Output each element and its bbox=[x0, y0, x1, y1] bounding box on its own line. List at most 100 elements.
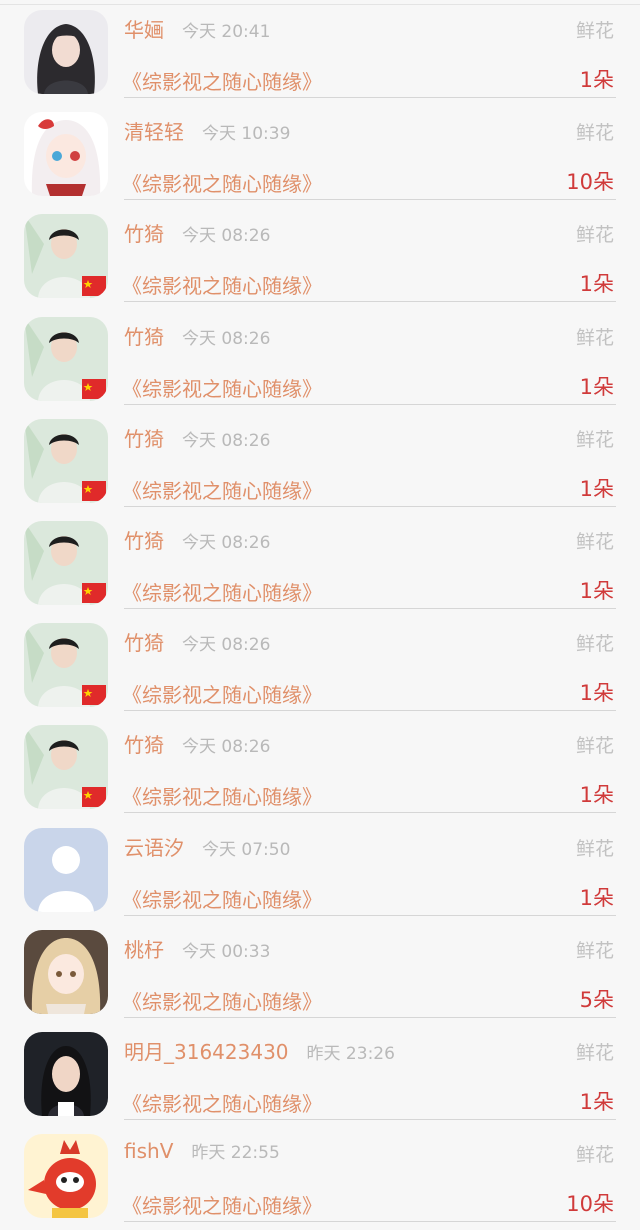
gift-record-list: 华婳 今天 20:41 鲜花 《综影视之随心随缘》 1朵 清轻轻 今天 10:3… bbox=[0, 0, 640, 1230]
timestamp: 今天 08:26 bbox=[182, 635, 271, 656]
row-divider bbox=[124, 710, 616, 712]
row-divider bbox=[124, 403, 616, 405]
user-avatar[interactable] bbox=[24, 623, 108, 708]
name-line: 云语汐 今天 07:50 bbox=[124, 832, 290, 862]
gift-count: 10朵 bbox=[566, 1192, 614, 1217]
row-divider bbox=[124, 97, 616, 98]
book-title[interactable]: 《综影视之随心随缘》 bbox=[122, 679, 322, 708]
gift-count: 1朵 bbox=[579, 68, 614, 92]
username[interactable]: 明月_316423430 bbox=[124, 1036, 289, 1065]
gift-record-row[interactable]: 竹猗 今天 08:26 鲜花 《综影视之随心随缘》 1朵 bbox=[0, 204, 640, 306]
gift-type-label: 鲜花 bbox=[575, 531, 614, 553]
name-line: 华婳 今天 20:41 bbox=[124, 14, 270, 44]
gift-count: 10朵 bbox=[566, 170, 614, 195]
name-line: 竹猗 今天 08:26 bbox=[124, 423, 270, 453]
name-line: 竹猗 今天 08:26 bbox=[124, 627, 270, 657]
user-avatar[interactable] bbox=[24, 214, 108, 299]
gift-count: 1朵 bbox=[579, 579, 614, 603]
book-title[interactable]: 《综影视之随心随缘》 bbox=[122, 1190, 322, 1219]
gift-count: 1朵 bbox=[579, 783, 614, 808]
gift-record-row[interactable]: 竹猗 今天 08:26 鲜花 《综影视之随心随缘》 1朵 bbox=[0, 307, 640, 409]
gift-count: 1朵 bbox=[579, 885, 614, 910]
username[interactable]: 竹猗 bbox=[124, 321, 164, 350]
user-avatar[interactable] bbox=[24, 1032, 108, 1116]
gift-record-row[interactable]: 桃杍 今天 00:33 鲜花 《综影视之随心随缘》 5朵 bbox=[0, 920, 640, 1022]
user-avatar[interactable] bbox=[24, 827, 108, 912]
gift-type-label: 鲜花 bbox=[575, 224, 614, 247]
name-line: 清轻轻 今天 10:39 bbox=[124, 116, 290, 146]
user-avatar[interactable] bbox=[24, 112, 108, 197]
book-title[interactable]: 《综影视之随心随缘》 bbox=[122, 1088, 322, 1117]
book-title[interactable]: 《综影视之随心随缘》 bbox=[122, 66, 322, 95]
book-title[interactable]: 《综影视之随心随缘》 bbox=[122, 781, 322, 810]
timestamp: 今天 10:39 bbox=[202, 124, 291, 145]
name-line: 竹猗 今天 08:26 bbox=[124, 525, 270, 555]
gift-type-label: 鲜花 bbox=[575, 1144, 614, 1167]
timestamp: 今天 08:26 bbox=[182, 328, 271, 349]
gift-type-label: 鲜花 bbox=[575, 20, 614, 42]
gift-type-label: 鲜花 bbox=[575, 1042, 614, 1064]
user-avatar[interactable] bbox=[24, 725, 108, 810]
timestamp: 今天 08:26 bbox=[182, 533, 271, 553]
username[interactable]: 竹猗 bbox=[124, 627, 164, 656]
book-title[interactable]: 《综影视之随心随缘》 bbox=[122, 270, 322, 299]
username[interactable]: 华婳 bbox=[124, 14, 164, 43]
row-divider bbox=[124, 1016, 616, 1018]
gift-record-row[interactable]: 云语汐 今天 07:50 鲜花 《综影视之随心随缘》 1朵 bbox=[0, 818, 640, 920]
user-avatar[interactable] bbox=[24, 10, 108, 94]
username[interactable]: 清轻轻 bbox=[124, 116, 184, 145]
gift-record-row[interactable]: 竹猗 今天 08:26 鲜花 《综影视之随心随缘》 1朵 bbox=[0, 715, 640, 817]
user-avatar[interactable] bbox=[24, 521, 108, 605]
book-title[interactable]: 《综影视之随心随缘》 bbox=[122, 168, 322, 197]
timestamp: 昨天 22:55 bbox=[191, 1143, 280, 1164]
row-divider bbox=[124, 301, 616, 303]
row-divider bbox=[124, 914, 616, 916]
gift-type-label: 鲜花 bbox=[575, 837, 614, 860]
username[interactable]: 竹猗 bbox=[124, 525, 164, 554]
timestamp: 今天 08:26 bbox=[182, 430, 271, 451]
user-avatar[interactable] bbox=[24, 418, 108, 503]
gift-record-row[interactable]: 竹猗 今天 08:26 鲜花 《综影视之随心随缘》 1朵 bbox=[0, 511, 640, 613]
username[interactable]: 竹猗 bbox=[124, 729, 164, 758]
gift-record-row[interactable]: fishV 昨天 22:55 鲜花 《综影视之随心随缘》 10朵 bbox=[0, 1124, 640, 1226]
gift-record-row[interactable]: 竹猗 今天 08:26 鲜花 《综影视之随心随缘》 1朵 bbox=[0, 409, 640, 511]
gift-record-row[interactable]: 竹猗 今天 08:26 鲜花 《综影视之随心随缘》 1朵 bbox=[0, 613, 640, 715]
row-divider bbox=[124, 1221, 616, 1223]
gift-count: 1朵 bbox=[579, 681, 614, 706]
name-line: 明月_316423430 昨天 23:26 bbox=[124, 1036, 395, 1066]
timestamp: 今天 08:26 bbox=[182, 226, 271, 247]
gift-type-label: 鲜花 bbox=[575, 122, 614, 145]
row-divider bbox=[124, 1119, 616, 1120]
gift-record-row[interactable]: 华婳 今天 20:41 鲜花 《综影视之随心随缘》 1朵 bbox=[0, 0, 640, 102]
name-line: 竹猗 今天 08:26 bbox=[124, 218, 270, 248]
timestamp: 今天 08:26 bbox=[182, 737, 271, 758]
timestamp: 今天 07:50 bbox=[202, 839, 291, 860]
name-line: 竹猗 今天 08:26 bbox=[124, 321, 270, 351]
name-line: fishV 昨天 22:55 bbox=[124, 1138, 280, 1168]
book-title[interactable]: 《综影视之随心随缘》 bbox=[122, 884, 322, 913]
gift-count: 1朵 bbox=[579, 1090, 614, 1114]
row-divider bbox=[124, 505, 616, 507]
timestamp: 今天 20:41 bbox=[182, 22, 271, 42]
book-title[interactable]: 《综影视之随心随缘》 bbox=[122, 373, 322, 402]
user-avatar[interactable] bbox=[24, 929, 108, 1014]
username[interactable]: 竹猗 bbox=[124, 218, 164, 247]
row-divider bbox=[124, 199, 616, 201]
gift-record-row[interactable]: 清轻轻 今天 10:39 鲜花 《综影视之随心随缘》 10朵 bbox=[0, 102, 640, 204]
name-line: 桃杍 今天 00:33 bbox=[124, 934, 270, 964]
gift-count: 1朵 bbox=[579, 476, 614, 501]
book-title[interactable]: 《综影视之随心随缘》 bbox=[122, 475, 322, 504]
gift-record-row[interactable]: 明月_316423430 昨天 23:26 鲜花 《综影视之随心随缘》 1朵 bbox=[0, 1022, 640, 1124]
book-title[interactable]: 《综影视之随心随缘》 bbox=[122, 577, 322, 606]
username[interactable]: fishV bbox=[124, 1139, 173, 1163]
user-avatar[interactable] bbox=[24, 316, 108, 401]
username[interactable]: 竹猗 bbox=[124, 423, 164, 452]
book-title[interactable]: 《综影视之随心随缘》 bbox=[122, 986, 322, 1015]
row-divider bbox=[124, 812, 616, 814]
user-avatar[interactable] bbox=[24, 1134, 108, 1219]
gift-count: 5朵 bbox=[579, 987, 614, 1012]
gift-count: 1朵 bbox=[579, 272, 614, 297]
timestamp: 昨天 23:26 bbox=[306, 1044, 395, 1064]
username[interactable]: 桃杍 bbox=[124, 934, 164, 963]
username[interactable]: 云语汐 bbox=[124, 832, 184, 861]
